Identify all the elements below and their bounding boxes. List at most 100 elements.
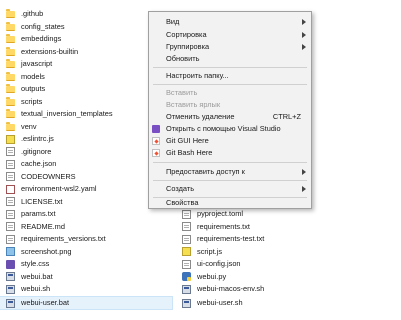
list-item[interactable]: style.css bbox=[0, 258, 49, 270]
text-file-icon bbox=[6, 209, 15, 219]
menu-item-open-visual-studio[interactable]: Открыть с помощью Visual Studio bbox=[149, 123, 311, 135]
list-item-selected[interactable]: webui-user.bat bbox=[0, 296, 173, 310]
list-item[interactable]: CODEOWNERS bbox=[0, 171, 76, 183]
list-item[interactable]: webui-macos-env.sh bbox=[176, 283, 264, 295]
menu-item-label: Обновить bbox=[166, 54, 200, 63]
menu-item-label: Вставить bbox=[166, 88, 198, 97]
item-label: README.md bbox=[21, 221, 65, 231]
context-menu: Вид Сортировка Группировка Обновить Наст… bbox=[148, 11, 312, 209]
menu-item-paste-shortcut[interactable]: Вставить ярлык bbox=[149, 99, 311, 111]
menu-item-view[interactable]: Вид bbox=[149, 16, 311, 28]
menu-item-git-gui[interactable]: Git GUI Here bbox=[149, 135, 311, 147]
list-item[interactable]: config_states bbox=[0, 21, 65, 33]
list-item[interactable]: requirements_versions.txt bbox=[0, 233, 106, 245]
chevron-right-icon bbox=[302, 19, 306, 25]
menu-item-customize-folder[interactable]: Настроить папку... bbox=[149, 70, 311, 82]
list-item[interactable]: webui.py bbox=[176, 271, 226, 283]
chevron-right-icon bbox=[302, 44, 306, 50]
menu-item-sort[interactable]: Сортировка bbox=[149, 29, 311, 41]
list-item[interactable]: README.md bbox=[0, 221, 65, 233]
list-item[interactable]: script.js bbox=[176, 246, 222, 258]
list-item[interactable]: javascript bbox=[0, 58, 52, 70]
menu-separator bbox=[153, 67, 307, 68]
list-item[interactable]: requirements-test.txt bbox=[176, 233, 264, 245]
image-file-icon bbox=[6, 247, 15, 256]
folder-icon bbox=[6, 59, 15, 68]
git-icon bbox=[152, 137, 160, 145]
menu-item-paste[interactable]: Вставить bbox=[149, 87, 311, 99]
item-label: cache.json bbox=[21, 159, 57, 168]
item-label: webui.sh bbox=[21, 284, 51, 293]
list-item[interactable]: embeddings bbox=[0, 33, 61, 45]
item-label: outputs bbox=[21, 84, 46, 93]
menu-item-label: Настроить папку... bbox=[166, 71, 229, 80]
folder-icon bbox=[6, 71, 15, 81]
list-item[interactable]: cache.json bbox=[0, 158, 56, 170]
folder-icon bbox=[6, 21, 15, 31]
list-item[interactable]: LICENSE.txt bbox=[0, 196, 62, 208]
text-file-icon bbox=[182, 209, 191, 219]
item-label: venv bbox=[21, 121, 37, 131]
git-icon bbox=[152, 149, 160, 157]
item-label: extensions-builtin bbox=[21, 46, 79, 56]
menu-item-refresh[interactable]: Обновить bbox=[149, 53, 311, 65]
list-item[interactable]: webui-user.sh bbox=[176, 297, 243, 309]
menu-separator bbox=[153, 180, 307, 181]
folder-icon bbox=[6, 9, 15, 18]
list-item[interactable]: params.txt bbox=[0, 208, 56, 220]
menu-item-label: Вставить ярлык bbox=[166, 100, 221, 109]
menu-item-label: Отменить удаление bbox=[166, 112, 235, 121]
list-item[interactable]: environment-wsl2.yaml bbox=[0, 183, 97, 195]
list-item[interactable]: textual_inversion_templates bbox=[0, 108, 113, 120]
menu-item-undo-delete[interactable]: Отменить удаление CTRL+Z bbox=[149, 111, 311, 123]
menu-item-label: Свойства bbox=[166, 198, 199, 207]
menu-item-git-bash[interactable]: Git Bash Here bbox=[149, 147, 311, 159]
menu-item-create[interactable]: Создать bbox=[149, 183, 311, 195]
item-label: LICENSE.txt bbox=[21, 196, 63, 206]
js-file-icon bbox=[6, 134, 15, 144]
batch-file-icon bbox=[182, 298, 191, 308]
item-label: requirements.txt bbox=[197, 221, 250, 231]
batch-file-icon bbox=[6, 284, 15, 294]
list-item[interactable]: pyproject.toml bbox=[176, 208, 243, 220]
list-item[interactable]: scripts bbox=[0, 96, 42, 108]
item-label: requirements-test.txt bbox=[197, 234, 265, 243]
list-item[interactable]: requirements.txt bbox=[176, 221, 250, 233]
chevron-right-icon bbox=[302, 32, 306, 38]
menu-item-group[interactable]: Группировка bbox=[149, 41, 311, 53]
text-file-icon bbox=[6, 197, 15, 206]
yaml-file-icon bbox=[6, 184, 15, 194]
list-item[interactable]: models bbox=[0, 71, 45, 83]
menu-item-label: Git GUI Here bbox=[166, 136, 209, 145]
text-file-icon bbox=[6, 147, 15, 156]
menu-item-label: Открыть с помощью Visual Studio bbox=[166, 124, 281, 133]
item-label: pyproject.toml bbox=[197, 209, 244, 218]
visual-studio-icon bbox=[152, 125, 160, 133]
menu-item-label: Предоставить доступ к bbox=[166, 167, 245, 176]
list-item[interactable]: extensions-builtin bbox=[0, 46, 78, 58]
list-item[interactable]: .github bbox=[0, 8, 43, 20]
item-label: models bbox=[21, 71, 45, 81]
json-file-icon bbox=[6, 159, 15, 169]
menu-item-label: Создать bbox=[166, 184, 195, 193]
menu-item-properties[interactable]: Свойства bbox=[149, 197, 311, 209]
folder-icon bbox=[6, 34, 15, 43]
item-label: params.txt bbox=[21, 209, 56, 218]
list-item[interactable]: .gitignore bbox=[0, 146, 51, 158]
folder-icon bbox=[6, 121, 15, 131]
item-label: webui.bat bbox=[21, 271, 53, 281]
list-item[interactable]: webui.bat bbox=[0, 271, 53, 283]
chevron-right-icon bbox=[302, 169, 306, 175]
menu-item-share[interactable]: Предоставить доступ к bbox=[149, 166, 311, 178]
item-label: .eslintrc.js bbox=[21, 134, 54, 143]
list-item[interactable]: outputs bbox=[0, 83, 45, 95]
folder-icon bbox=[6, 109, 15, 118]
list-item[interactable]: venv bbox=[0, 121, 37, 133]
list-item[interactable]: webui.sh bbox=[0, 283, 50, 295]
list-item[interactable]: ui-config.json bbox=[176, 258, 241, 270]
folder-icon bbox=[6, 84, 15, 93]
menu-separator bbox=[153, 162, 307, 163]
json-file-icon bbox=[182, 259, 191, 269]
list-item[interactable]: .eslintrc.js bbox=[0, 133, 54, 145]
list-item[interactable]: screenshot.png bbox=[0, 246, 72, 258]
